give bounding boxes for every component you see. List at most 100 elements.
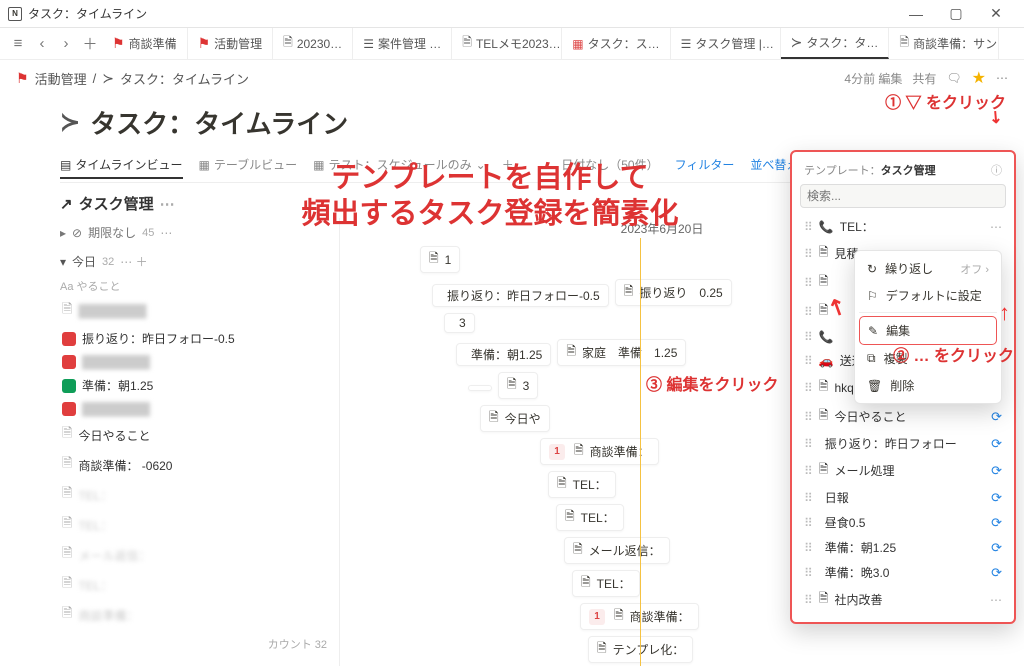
info-icon[interactable]: ⓘ: [991, 162, 1002, 178]
tab-5[interactable]: ▦タスク：ス…: [562, 28, 670, 59]
template-item[interactable]: ⠿🗎社内改善⋯: [800, 585, 1006, 614]
ctx-default[interactable]: ⚐デフォルトに設定: [859, 282, 997, 309]
template-item[interactable]: ⠿日報⟳: [800, 485, 1006, 510]
nav-back[interactable]: ‹: [30, 32, 54, 56]
sync-icon: ⟳: [991, 436, 1002, 452]
view-table[interactable]: ▦テーブルビュー: [199, 156, 298, 173]
view-timeline[interactable]: ▤タイムラインビュー: [60, 156, 183, 179]
table-icon: ▦: [199, 158, 210, 172]
favorite-icon[interactable]: ★: [972, 68, 986, 88]
comments-icon[interactable]: 🗨: [946, 71, 961, 85]
timeline-card[interactable]: 🗎今日や: [480, 405, 550, 432]
template-item[interactable]: ⠿📞TEL：⋯: [800, 214, 1006, 239]
window-maximize[interactable]: ▢: [936, 0, 976, 28]
now-indicator: [640, 238, 641, 666]
add-view-button[interactable]: ＋: [502, 156, 514, 173]
sync-icon: ⟳: [991, 540, 1002, 556]
sync-icon: ⟳: [991, 409, 1002, 425]
template-item[interactable]: ⠿準備：朝1.25⟳: [800, 535, 1006, 560]
share-button[interactable]: 共有: [912, 70, 936, 87]
timeline-card[interactable]: 振り返り：昨日フォロー-0.5: [432, 284, 609, 307]
timeline-card[interactable]: 3: [444, 313, 475, 333]
trash-icon: 🗑: [867, 379, 882, 393]
no-date-filter[interactable]: 日付なし（50件）: [561, 156, 658, 173]
sync-icon: ⟳: [991, 490, 1002, 506]
new-tab-button[interactable]: ＋: [78, 32, 102, 56]
template-context-menu: ↻繰り返しオフ › ⚐デフォルトに設定 ✎編集 ⧉複製 🗑削除: [854, 250, 1002, 404]
list-icon: ☰: [363, 37, 374, 51]
tab-0[interactable]: ⚑商談準備: [102, 28, 188, 59]
group-today[interactable]: ▾ 今日 32 ⋯ ＋: [60, 247, 331, 276]
flag-icon: ⚑: [16, 70, 29, 87]
timeline-card[interactable]: 🗎家庭 準備 1.25: [557, 339, 686, 366]
chevron-down-icon: ⌄: [476, 158, 486, 172]
template-item[interactable]: ⠿🗎メール処理⟳: [800, 456, 1006, 485]
template-item[interactable]: ⠿🗎今日やること⟳: [800, 402, 1006, 431]
ctx-duplicate[interactable]: ⧉複製: [859, 345, 997, 372]
more-icon[interactable]: ⋯: [996, 71, 1008, 85]
timeline-card[interactable]: 🗎TEL：: [556, 504, 624, 531]
tab-2[interactable]: 🗎20230…: [273, 28, 353, 59]
tab-8[interactable]: 🗎商談準備：サン…: [889, 28, 999, 59]
timeline-card[interactable]: [468, 385, 492, 391]
nodate-icon: ⊘: [72, 226, 82, 240]
task-row[interactable]: 振り返り：昨日フォロー-0.5: [60, 326, 331, 351]
task-row[interactable]: 🗎TEL：: [60, 510, 331, 540]
template-item[interactable]: ⠿準備：晩3.0⟳: [800, 560, 1006, 585]
group-nodate[interactable]: ▸ ⊘ 期限なし 45 ⋯: [60, 218, 331, 247]
task-row[interactable]: ████████: [60, 398, 331, 420]
template-item[interactable]: ⠿昼食0.5⟳: [800, 510, 1006, 535]
timeline-icon: ≻: [60, 108, 80, 137]
timeline-card[interactable]: 🗎TEL：: [572, 570, 640, 597]
more-icon[interactable]: ⋯: [990, 593, 1002, 607]
list-icon: ☰: [681, 37, 692, 51]
more-icon[interactable]: ⋯: [990, 220, 1002, 234]
timeline-card[interactable]: 🗎振り返り 0.25: [615, 279, 732, 306]
edit-icon: ✎: [868, 324, 878, 338]
window-minimize[interactable]: —: [896, 0, 936, 28]
tab-1[interactable]: ⚑活動管理: [188, 28, 274, 59]
copy-icon: ⧉: [867, 351, 876, 366]
task-row[interactable]: 🗎商談準備：: [60, 600, 331, 630]
nav-forward[interactable]: ›: [54, 32, 78, 56]
sync-icon: ⟳: [991, 565, 1002, 581]
ctx-edit[interactable]: ✎編集: [859, 316, 997, 345]
task-row[interactable]: 🗎████████: [60, 296, 331, 326]
template-search-input[interactable]: [800, 184, 1006, 208]
ctx-repeat[interactable]: ↻繰り返しオフ ›: [859, 255, 997, 282]
hamburger-icon[interactable]: ≡: [6, 32, 30, 56]
window-close[interactable]: ✕: [976, 0, 1016, 28]
task-row[interactable]: 🗎今日やること: [60, 420, 331, 450]
tab-3[interactable]: ☰案件管理 …: [353, 28, 452, 59]
task-row[interactable]: 🗎商談準備： -0620: [60, 450, 331, 480]
timeline-card[interactable]: 🗎 1: [420, 246, 460, 273]
breadcrumb[interactable]: ⚑ 活動管理 / ≻ タスク：タイムライン: [16, 69, 249, 88]
timeline-card[interactable]: 準備：朝1.25: [456, 343, 551, 366]
more-icon[interactable]: ⋯: [160, 195, 175, 213]
ctx-delete[interactable]: 🗑削除: [859, 372, 997, 399]
tab-6[interactable]: ☰タスク管理 |…: [671, 28, 781, 59]
timeline-card[interactable]: 🗎TEL：: [548, 471, 616, 498]
tab-7[interactable]: ≻タスク：タ…: [781, 28, 890, 59]
template-item[interactable]: ⠿振り返り：昨日フォロー⟳: [800, 431, 1006, 456]
task-row[interactable]: 準備：朝1.25: [60, 373, 331, 398]
timeline-card[interactable]: 🗎メール返信：: [564, 537, 670, 564]
task-row[interactable]: 🗎TEL：: [60, 480, 331, 510]
flag-icon: ⚑: [112, 35, 125, 52]
timeline-card[interactable]: 🗎 3: [498, 372, 538, 399]
column-header: Aa やること: [60, 276, 331, 296]
sync-icon: ⟳: [991, 463, 1002, 479]
view-test[interactable]: ▦テスト：スケジュールのみ ⌄: [313, 156, 486, 173]
app-icon: N: [8, 7, 22, 21]
task-row[interactable]: 🗎メール返信：: [60, 540, 331, 570]
task-row[interactable]: 🗎TEL：: [60, 570, 331, 600]
breadcrumb-bar: ⚑ 活動管理 / ≻ タスク：タイムライン 4分前 編集 共有 🗨 ★ ⋯: [0, 60, 1024, 96]
task-row[interactable]: ████████: [60, 351, 331, 373]
last-edited: 4分前 編集: [844, 70, 902, 87]
row-count: カウント 32: [60, 630, 331, 658]
sync-icon: ⟳: [991, 515, 1002, 531]
filter-button[interactable]: フィルター: [675, 156, 735, 173]
window-title: タスク：タイムライン: [28, 5, 896, 22]
doc-icon: 🗎: [283, 33, 293, 54]
tab-4[interactable]: 🗎TELメモ2023…: [452, 28, 562, 59]
